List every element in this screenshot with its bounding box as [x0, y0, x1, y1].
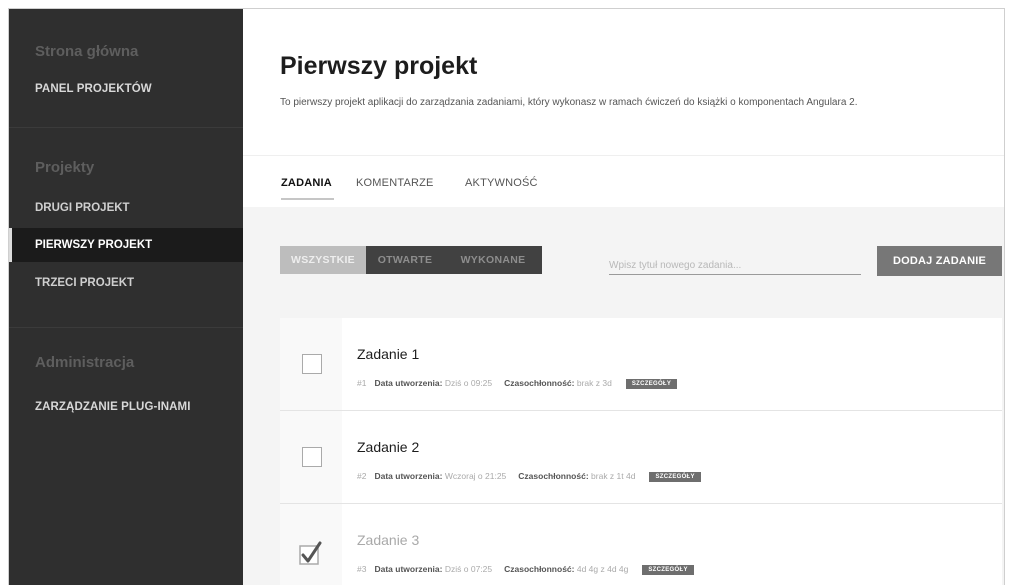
- task-item: Zadanie 2 #2 Data utworzenia: Wczoraj o 2…: [280, 411, 1002, 504]
- created-label: Data utworzenia:: [374, 378, 443, 388]
- active-tab-indicator: [281, 198, 334, 200]
- sidebar-item-trzeci-projekt[interactable]: TRZECI PROJEKT: [9, 266, 243, 300]
- created-value: Dziś o 09:25: [444, 378, 493, 388]
- filter-done-button[interactable]: WYKONANE: [444, 246, 542, 274]
- add-task-button[interactable]: DODAJ ZADANIE: [877, 246, 1002, 276]
- sidebar-heading-projects: Projekty: [35, 159, 95, 176]
- sidebar-item-label: DRUGI PROJEKT: [35, 202, 130, 214]
- sidebar-heading-home[interactable]: Strona główna: [35, 43, 138, 60]
- sidebar-divider: [9, 327, 243, 328]
- task-number: #3: [357, 564, 367, 574]
- sidebar-item-drugi-projekt[interactable]: DRUGI PROJEKT: [9, 191, 243, 225]
- created-value: Wczoraj o 21:25: [444, 471, 507, 481]
- details-button[interactable]: SZCZEGÓŁY: [642, 565, 694, 575]
- sidebar: Strona główna PANEL PROJEKTÓW Projekty D…: [9, 9, 243, 585]
- details-button[interactable]: SZCZEGÓŁY: [625, 379, 678, 389]
- sidebar-link-projects-panel[interactable]: PANEL PROJEKTÓW: [35, 83, 152, 95]
- created-label: Data utworzenia:: [374, 471, 443, 481]
- effort-value: brak z 1t 4d: [591, 471, 636, 481]
- task-item: Zadanie 3 #3 Data utworzenia: Dziś o 07:2…: [280, 504, 1002, 585]
- task-title: Zadanie 2: [357, 439, 420, 455]
- created-label: Data utworzenia:: [374, 564, 443, 574]
- app-window: Strona główna PANEL PROJEKTÓW Projekty D…: [8, 8, 1005, 585]
- task-title: Zadanie 3: [357, 532, 420, 548]
- task-meta: #1 Data utworzenia: Dziś o 09:25 Czasochło…: [357, 378, 678, 389]
- tab-bar: ZADANIA KOMENTARZE AKTYWNOŚĆ: [243, 155, 1004, 207]
- project-header: Pierwszy projekt To pierwszy projekt apl…: [243, 9, 1004, 155]
- task-number: #2: [357, 471, 367, 481]
- page-title: Pierwszy projekt: [280, 52, 478, 80]
- sidebar-item-pierwszy-projekt[interactable]: PIERWSZY PROJEKT: [9, 228, 243, 262]
- task-meta: #2 Data utworzenia: Wczoraj o 21:25 Czasoc…: [357, 471, 701, 482]
- tab-aktywnosc[interactable]: AKTYWNOŚĆ: [465, 177, 538, 189]
- main-content: Pierwszy projekt To pierwszy projekt apl…: [243, 9, 1004, 585]
- created-value: Dziś o 07:25: [444, 564, 493, 574]
- task-number: #1: [357, 378, 367, 388]
- filter-open-button[interactable]: OTWARTE: [366, 246, 444, 274]
- effort-label: Czasochłonność:: [518, 471, 589, 481]
- details-button[interactable]: SZCZEGÓŁY: [649, 472, 701, 482]
- effort-value: brak z 3d: [576, 378, 612, 388]
- effort-label: Czasochłonność:: [504, 378, 575, 388]
- tab-komentarze[interactable]: KOMENTARZE: [356, 177, 434, 189]
- filter-all-button[interactable]: WSZYSTKIE: [280, 246, 366, 274]
- effort-value: 4d 4g z 4d 4g: [576, 564, 629, 574]
- sidebar-item-label: TRZECI PROJEKT: [35, 277, 135, 289]
- task-checkbox[interactable]: [302, 447, 322, 467]
- tab-zadania[interactable]: ZADANIA: [281, 177, 332, 189]
- checkmark-icon[interactable]: [298, 540, 324, 568]
- sidebar-divider: [9, 127, 243, 128]
- task-checkbox[interactable]: [302, 354, 322, 374]
- new-task-input[interactable]: [609, 257, 861, 275]
- sidebar-heading-admin: Administracja: [35, 354, 135, 371]
- task-meta: #3 Data utworzenia: Dziś o 07:25 Czasochło…: [357, 564, 694, 575]
- task-title: Zadanie 1: [357, 346, 420, 362]
- sidebar-item-label: PIERWSZY PROJEKT: [35, 239, 153, 251]
- project-description: To pierwszy projekt aplikacji do zarządz…: [280, 97, 858, 108]
- sidebar-link-plugins[interactable]: ZARZĄDZANIE PLUG-INAMI: [35, 401, 191, 413]
- effort-label: Czasochłonność:: [504, 564, 575, 574]
- task-item: Zadanie 1 #1 Data utworzenia: Dziś o 09:2…: [280, 318, 1002, 411]
